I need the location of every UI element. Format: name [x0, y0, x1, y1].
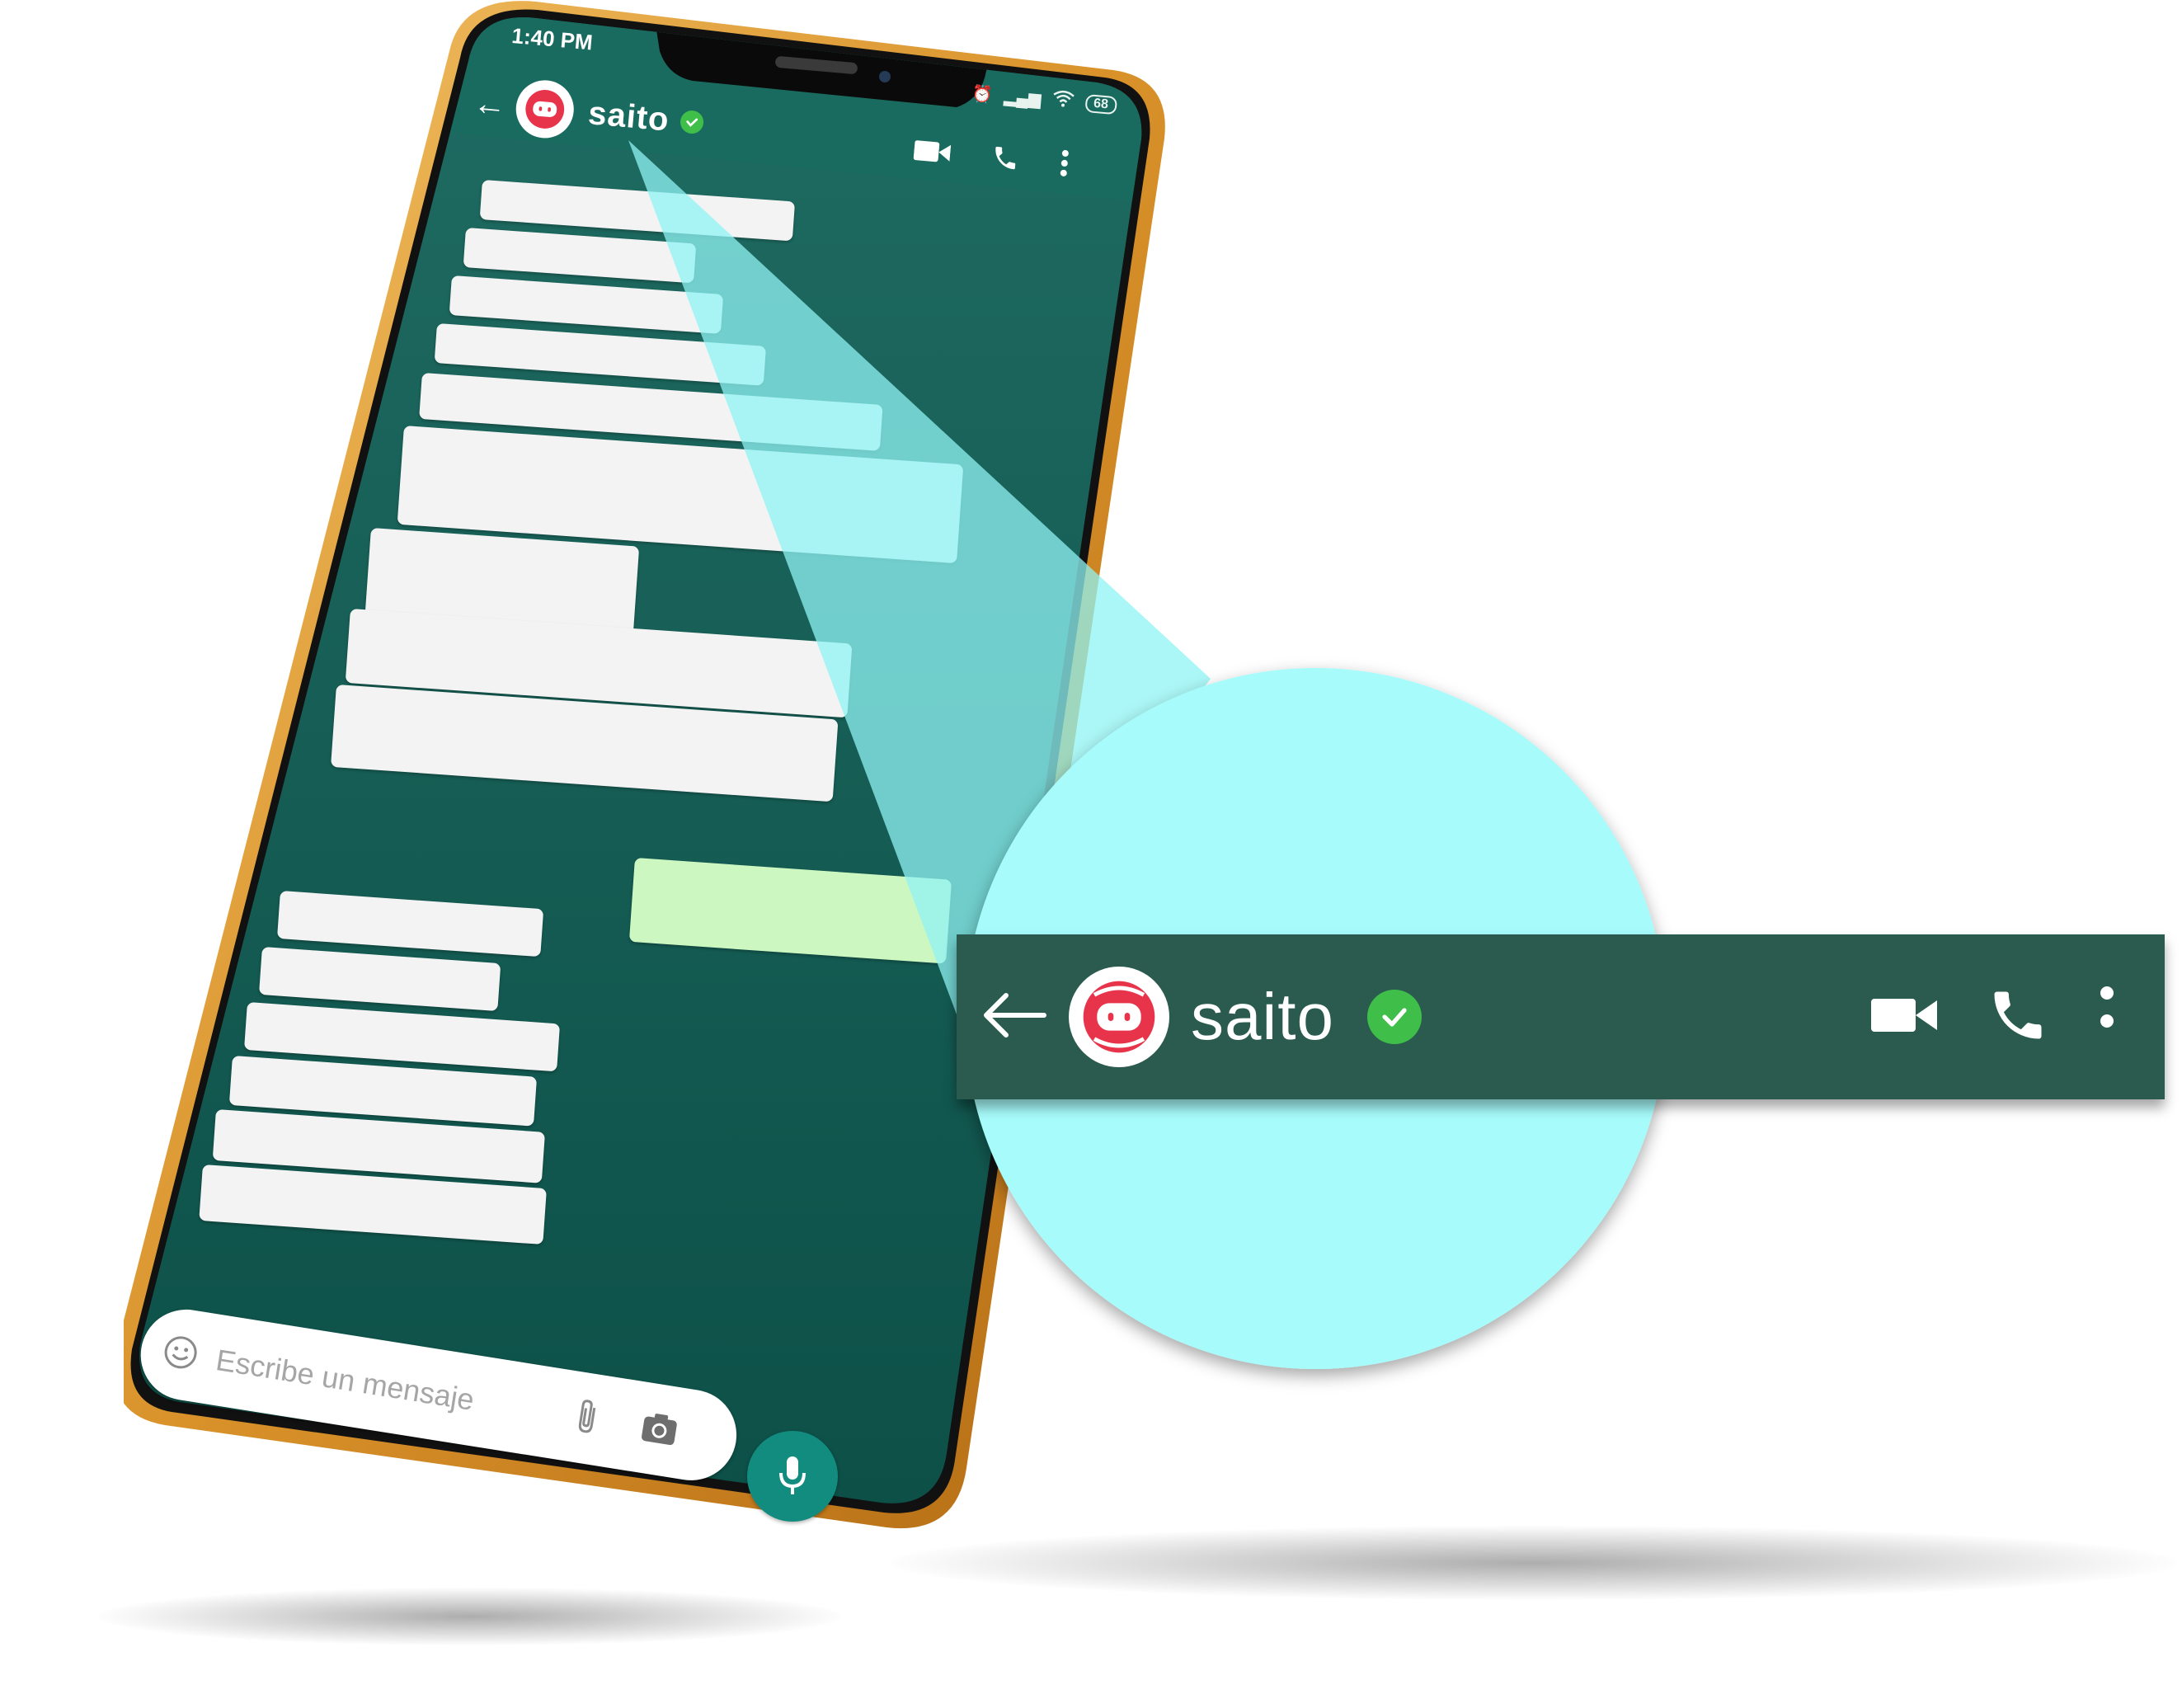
- more-options-icon[interactable]: [2099, 986, 2115, 1048]
- zoomed-header-actions: [1871, 934, 2115, 1099]
- zoom-callout: [628, 140, 1666, 1369]
- back-arrow-icon[interactable]: [981, 990, 1047, 1044]
- saito-logo-icon: [1083, 981, 1155, 1053]
- verified-check-icon: [1366, 990, 1422, 1044]
- phone-call-icon[interactable]: [1987, 984, 2049, 1051]
- zoomed-chat-header: saito: [957, 934, 2165, 1099]
- video-call-icon[interactable]: [1871, 994, 1937, 1041]
- contact-name[interactable]: saito: [1191, 979, 1334, 1055]
- contact-avatar[interactable]: [1069, 967, 1169, 1067]
